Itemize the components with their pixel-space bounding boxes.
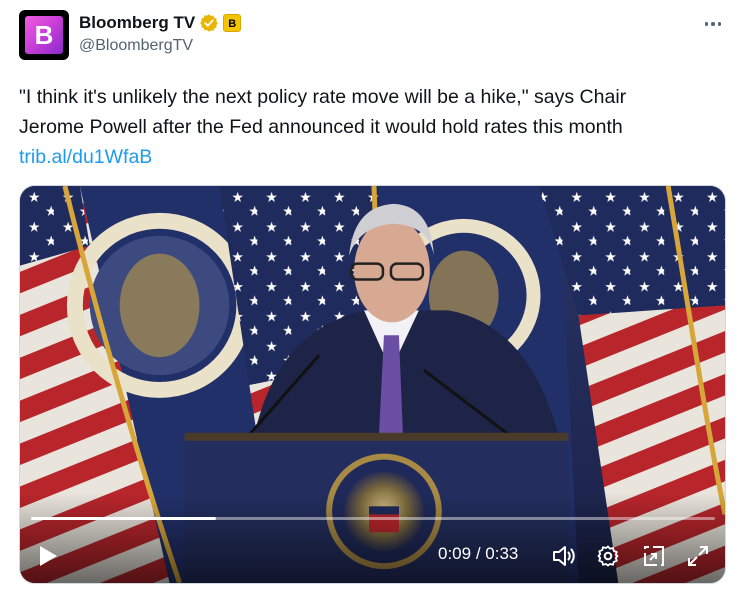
pop-out-icon — [644, 546, 664, 566]
settings-icon — [597, 545, 619, 567]
volume-icon — [553, 546, 575, 566]
video-time: 0:09 / 0:33 — [438, 544, 518, 564]
pop-out-button[interactable] — [640, 543, 668, 569]
tweet-text-line-2: Jerome Powell after the Fed announced it… — [19, 116, 623, 138]
tweet-text-line-1: "I think it's unlikely the next policy r… — [19, 86, 627, 108]
play-icon — [40, 546, 57, 566]
controls-gradient — [20, 493, 725, 583]
avatar-letter: B — [25, 16, 63, 54]
avatar[interactable]: B — [19, 10, 69, 60]
fullscreen-button[interactable] — [684, 543, 712, 569]
duration: 0:33 — [485, 544, 519, 563]
current-time: 0:09 — [438, 544, 472, 563]
video-player[interactable]: ★ ★ — [19, 185, 726, 584]
more-options-icon[interactable] — [701, 14, 725, 34]
time-separator: / — [471, 544, 486, 563]
video-progress-fill — [31, 517, 216, 520]
video-progress-bar[interactable] — [31, 517, 715, 520]
name-row: Bloomberg TV B — [79, 12, 242, 34]
verified-badge-icon — [200, 14, 219, 32]
account-handle[interactable]: @BloombergTV — [79, 37, 193, 55]
fullscreen-icon — [688, 546, 708, 566]
play-button[interactable] — [34, 542, 62, 570]
volume-button[interactable] — [549, 543, 579, 569]
settings-button[interactable] — [594, 543, 622, 569]
affiliate-badge-icon[interactable]: B — [223, 14, 242, 32]
display-name[interactable]: Bloomberg TV — [79, 13, 195, 33]
tweet-text: "I think it's unlikely the next policy r… — [19, 82, 719, 172]
tweet-header: B Bloomberg TV B @BloombergTV — [19, 10, 729, 62]
tweet-link[interactable]: trib.al/du1WfaB — [19, 142, 719, 172]
